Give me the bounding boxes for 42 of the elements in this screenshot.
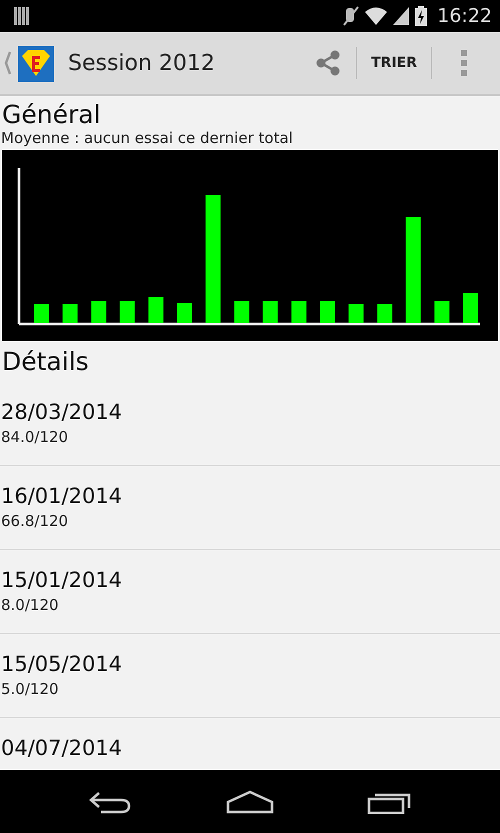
chart-bar	[148, 297, 164, 323]
chart-bar	[434, 301, 450, 323]
session-date: 16/01/2014	[1, 484, 124, 508]
session-score: 66.8/120	[1, 512, 70, 530]
chart-bar	[177, 303, 192, 323]
mute-icon	[343, 6, 360, 26]
section-heading: Détails	[1, 346, 90, 378]
session-list-item[interactable]: 28/03/2014 84.0/120	[0, 382, 500, 466]
session-list-item[interactable]: 15/01/2014 8.0/120	[0, 550, 500, 634]
chart-bar	[463, 293, 478, 323]
chart-bar	[62, 304, 78, 323]
session-date: 15/05/2014	[1, 652, 124, 676]
section-heading: Général	[1, 99, 102, 129]
battery-icon	[415, 6, 428, 26]
session-score: 8.0/120	[1, 596, 60, 614]
chart-bar	[320, 301, 335, 323]
session-list-item[interactable]: 15/05/2014 5.0/120	[0, 634, 500, 718]
share-icon	[314, 49, 342, 77]
session-list-item[interactable]: 16/01/2014 66.8/120	[0, 466, 500, 550]
home-icon	[226, 790, 274, 814]
screen-title: Session 2012	[68, 50, 215, 76]
chart-bar	[91, 301, 106, 323]
chart-bar	[377, 304, 392, 323]
signal-icon	[393, 7, 410, 25]
chart-bar	[234, 301, 250, 323]
chart-bar	[120, 301, 135, 323]
chart-bar	[291, 301, 306, 323]
session-date: 04/07/2014	[1, 736, 124, 760]
more-icon	[460, 49, 468, 77]
chart-bar	[262, 301, 278, 323]
notification-icon	[14, 7, 30, 25]
session-score: 5.0/120	[1, 680, 60, 698]
chart-bar	[34, 304, 49, 323]
chart-bar	[348, 304, 364, 323]
average-text: Moyenne : aucun essai ce dernier total	[0, 129, 294, 149]
back-icon	[86, 790, 133, 814]
session-date: 28/03/2014	[1, 400, 124, 424]
wifi-icon	[365, 7, 388, 25]
sort-button[interactable]: TRIER	[357, 43, 431, 83]
session-date: 15/01/2014	[1, 568, 124, 592]
status-time: 16:22	[437, 5, 492, 27]
session-score: 84.0/120	[1, 428, 70, 446]
